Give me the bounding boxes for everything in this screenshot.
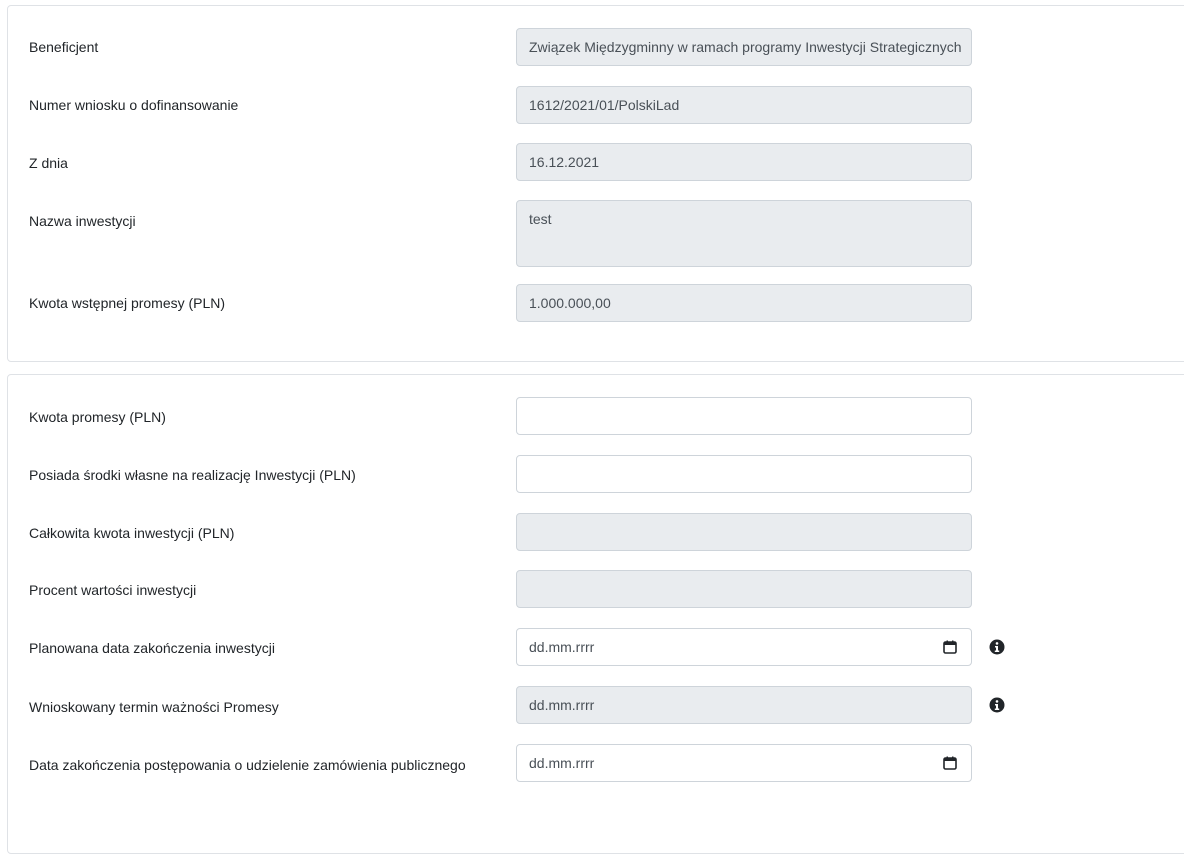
percent-value-field[interactable]	[516, 570, 972, 608]
date-field[interactable]: 16.12.2021	[516, 143, 972, 181]
preliminary-amount-field[interactable]: 1.000.000,00	[516, 284, 972, 322]
procurement-end-date-placeholder: dd.mm.rrrr	[529, 755, 595, 771]
info-icon[interactable]	[989, 697, 1005, 713]
percent-value-label: Procent wartości inwestycji	[29, 582, 197, 598]
date-label: Z dnia	[29, 155, 68, 171]
procurement-end-date-label: Data zakończenia postępowania o udzielen…	[29, 757, 466, 773]
application-number-field[interactable]: 1612/2021/01/PolskiLad	[516, 86, 972, 124]
calendar-icon[interactable]	[943, 640, 957, 654]
investment-name-field[interactable]: test	[516, 200, 972, 267]
planned-end-date-placeholder: dd.mm.rrrr	[529, 639, 595, 655]
procurement-end-date-input[interactable]: dd.mm.rrrr	[516, 744, 972, 782]
promise-amount-label: Kwota promesy (PLN)	[29, 409, 166, 425]
planned-end-date-label: Planowana data zakończenia inwestycji	[29, 640, 275, 656]
application-number-label: Numer wniosku o dofinansowanie	[29, 97, 239, 113]
promise-amount-input[interactable]	[516, 397, 972, 435]
total-amount-label: Całkowita kwota inwestycji (PLN)	[29, 525, 235, 541]
investment-name-label: Nazwa inwestycji	[29, 213, 136, 229]
requested-validity-label: Wnioskowany termin ważności Promesy	[29, 699, 279, 715]
promise-form-card	[7, 374, 1184, 854]
beneficiary-label: Beneficjent	[29, 39, 99, 55]
own-funds-label: Posiada środki własne na realizację Inwe…	[29, 467, 356, 483]
own-funds-input[interactable]	[516, 455, 972, 493]
preliminary-amount-label: Kwota wstępnej promesy (PLN)	[29, 295, 226, 311]
total-amount-field[interactable]	[516, 513, 972, 551]
beneficiary-field[interactable]: Związek Międzygminny w ramach programy I…	[516, 28, 972, 66]
calendar-icon[interactable]	[943, 756, 957, 770]
info-icon[interactable]	[989, 639, 1005, 655]
requested-validity-field[interactable]: dd.mm.rrrr	[516, 686, 972, 724]
planned-end-date-input[interactable]: dd.mm.rrrr	[516, 628, 972, 666]
